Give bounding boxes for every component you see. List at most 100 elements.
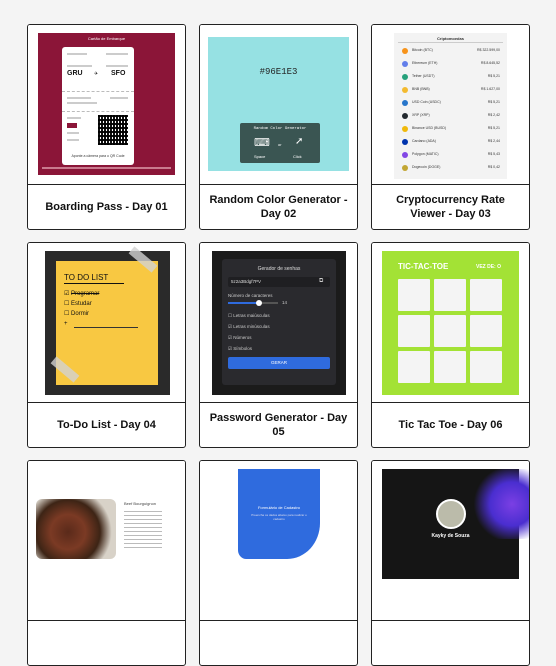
boarding-pass-footer: Aponte a câmera para o QR Code [71, 154, 125, 158]
coin-icon [402, 100, 408, 106]
option-numbers[interactable]: ☑ Números [228, 335, 252, 341]
tictactoe-title: TIC-TAC-TOE [398, 262, 449, 271]
length-slider[interactable] [256, 300, 262, 306]
coin-icon [402, 126, 408, 132]
project-title[interactable]: Random Color Generator - Day 02 [200, 185, 357, 229]
coin-name: Bitcoin (BTC) [412, 48, 433, 52]
plane-icon: ✈ [94, 71, 99, 77]
recipe-title: Beef Bourguignon [124, 501, 157, 506]
coin-value: R$ 8.645,52 [480, 61, 500, 65]
option-symbols[interactable]: ☑ Símbolos [228, 346, 252, 352]
coin-name: Dogecoin (DOGE) [412, 165, 441, 169]
keyboard-icon: ⌨ [254, 137, 270, 149]
project-thumbnail: #96E1E3 Random Color Generator ⌨ or ➚ Sp… [200, 25, 357, 185]
project-thumbnail: Beef Bourguignon [28, 461, 185, 621]
board-cell[interactable] [434, 315, 466, 347]
coin-icon [402, 113, 408, 119]
project-thumbnail: TO DO LIST ☑ Programar ☐ Estudar ☐ Dormi… [28, 243, 185, 403]
project-title[interactable]: Tic Tac Toe - Day 06 [372, 403, 529, 447]
coin-name: Polygon (MATIC) [412, 152, 439, 156]
coin-value: R$ 0,42 [487, 165, 500, 169]
todo-item: ☐ Estudar [64, 301, 92, 307]
option-lowercase[interactable]: ☑ Letras minúsculas [228, 324, 270, 330]
crypto-row: USD Coin (USDC) R$ 5,21 [400, 99, 500, 109]
password-heading: Gerador de senhas [257, 266, 301, 272]
coin-name: Cardano (ADA) [412, 139, 436, 143]
destination-code: SFO [111, 70, 126, 77]
coin-value: R$ 5,21 [487, 74, 500, 78]
todo-item: ☐ Dormir [64, 311, 90, 317]
coin-name: USD Coin (USDC) [412, 100, 441, 104]
project-thumbnail: TIC-TAC-TOE VEZ DE: O [372, 243, 529, 403]
length-value: 14 [282, 300, 288, 305]
coin-name: XRP (XRP) [412, 113, 430, 117]
crypto-row: Ethereum (ETH) R$ 8.645,52 [400, 60, 500, 70]
password-panel: Gerador de senhas 5z2a3Bdgf7PV ⧉ Número … [222, 259, 336, 385]
length-label: Número de caracteres [228, 293, 273, 298]
project-title[interactable]: To-Do List - Day 04 [28, 403, 185, 447]
project-card[interactable]: TO DO LIST ☑ Programar ☐ Estudar ☐ Dormi… [27, 242, 186, 448]
crypto-row: Tether (USDT) R$ 5,21 [400, 73, 500, 83]
coin-value: R$ 322.599,00 [477, 48, 500, 52]
click-label: Click [293, 154, 302, 159]
boarding-pass-header: Cartão de Embarque [87, 36, 126, 41]
project-card[interactable]: Beef Bourguignon [27, 460, 186, 666]
project-card[interactable]: TIC-TAC-TOE VEZ DE: O Tic Tac Toe - Day … [371, 242, 530, 448]
project-title[interactable]: Boarding Pass - Day 01 [28, 185, 185, 229]
project-card[interactable]: #96E1E3 Random Color Generator ⌨ or ➚ Sp… [199, 24, 358, 230]
todo-heading: TO DO LIST [64, 273, 109, 282]
coin-icon [402, 152, 408, 158]
coin-value: R$ 5,43 [487, 152, 500, 156]
coin-value: R$ 1.627,00 [480, 87, 500, 91]
crypto-row: Polygon (MATIC) R$ 5,43 [400, 151, 500, 161]
board-cell[interactable] [434, 279, 466, 311]
coin-icon [402, 165, 408, 171]
crypto-row: BNB (BNB) R$ 1.627,00 [400, 86, 500, 96]
board-cell[interactable] [398, 315, 430, 347]
crypto-row: Binance USD (BUSD) R$ 5,21 [400, 125, 500, 135]
project-card[interactable]: Criptomoedas Bitcoin (BTC) R$ 322.599,00 E… [371, 24, 530, 230]
project-thumbnail: Criptomoedas Bitcoin (BTC) R$ 322.599,00 E… [372, 25, 529, 185]
panel-title: Random Color Generator [253, 127, 307, 131]
coin-icon [402, 61, 408, 67]
profile-name: Kayky de Souza [431, 533, 470, 539]
instructions-panel: Random Color Generator ⌨ or ➚ Space Clic… [240, 123, 320, 163]
sticky-note: TO DO LIST ☑ Programar ☐ Estudar ☐ Dormi… [56, 261, 158, 385]
coin-icon [402, 48, 408, 54]
board-cell[interactable] [434, 351, 466, 383]
board-cell[interactable] [398, 351, 430, 383]
coin-value: R$ 5,21 [487, 126, 500, 130]
space-label: Space [254, 154, 266, 159]
project-card[interactable]: Kayky de Souza [371, 460, 530, 666]
form-title: Formulário de Cadastro [257, 505, 301, 510]
board-cell[interactable] [470, 351, 502, 383]
board-cell[interactable] [470, 279, 502, 311]
turn-indicator: VEZ DE: O [476, 264, 502, 270]
coin-icon [402, 74, 408, 80]
board-cell[interactable] [470, 315, 502, 347]
option-uppercase[interactable]: ☐ Letras maiúsculas [228, 313, 270, 319]
project-title[interactable]: Password Generator - Day 05 [200, 403, 357, 447]
board-cell[interactable] [398, 279, 430, 311]
project-thumbnail: Formulário de Cadastro Preencha os dados… [200, 461, 357, 621]
crypto-row: Bitcoin (BTC) R$ 322.599,00 [400, 47, 500, 57]
password-output: 5z2a3Bdgf7PV [231, 279, 262, 284]
boarding-pass-ticket: GRU ✈ SFO Aponte a câmera para o QR Code [62, 47, 134, 165]
coin-icon [402, 87, 408, 93]
crypto-row: XRP (XRP) R$ 2,42 [400, 112, 500, 122]
coin-value: R$ 2,42 [487, 113, 500, 117]
projects-grid: Cartão de Embarque GRU ✈ SFO Aponte a câ… [0, 0, 556, 666]
project-card[interactable]: Cartão de Embarque GRU ✈ SFO Aponte a câ… [27, 24, 186, 230]
coin-value: R$ 2,44 [487, 139, 500, 143]
project-thumbnail: Cartão de Embarque GRU ✈ SFO Aponte a câ… [28, 25, 185, 185]
hex-value: #96E1E3 [259, 67, 298, 77]
cursor-icon: ➚ [295, 136, 304, 147]
avatar [436, 499, 466, 529]
project-card[interactable]: Formulário de Cadastro Preencha os dados… [199, 460, 358, 666]
project-thumbnail: Kayky de Souza [372, 461, 529, 621]
project-card[interactable]: Gerador de senhas 5z2a3Bdgf7PV ⧉ Número … [199, 242, 358, 448]
coin-value: R$ 5,21 [487, 100, 500, 104]
add-item-icon: + [64, 321, 68, 327]
generate-button[interactable]: GERAR [228, 357, 330, 369]
project-title[interactable]: Cryptocurrency Rate Viewer - Day 03 [372, 185, 529, 229]
